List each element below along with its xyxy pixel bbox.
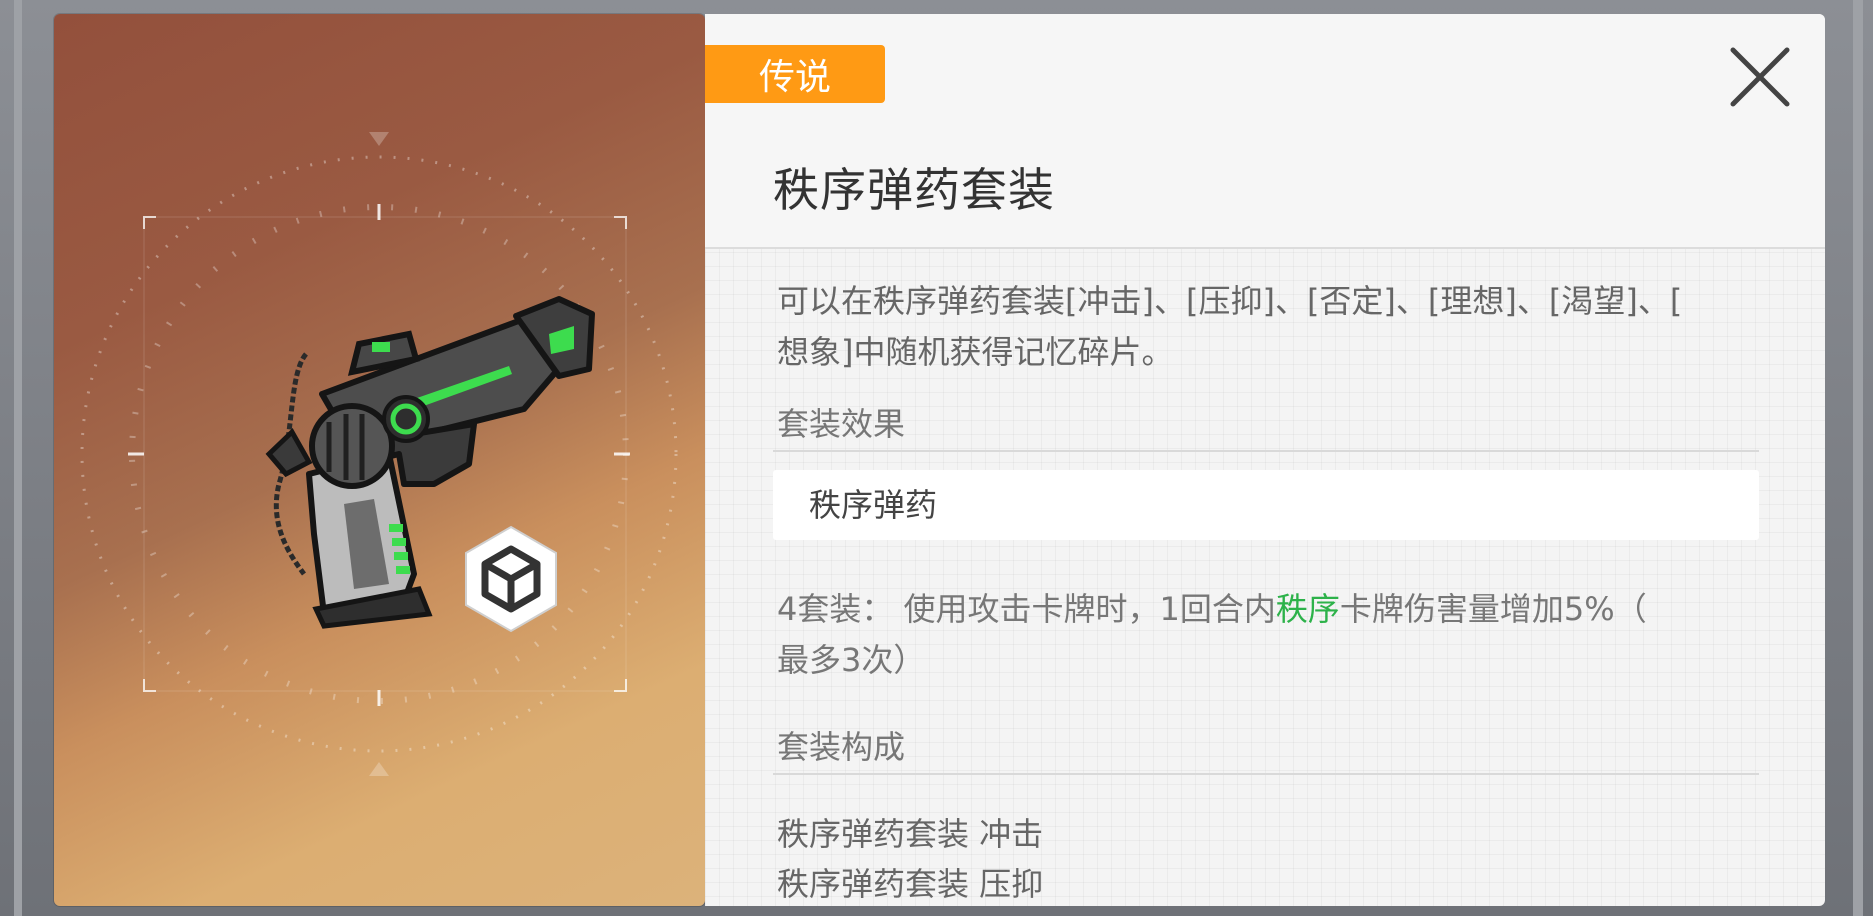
set-bonus-line: 4套装： 使用攻击卡牌时，1回合内秩序卡牌伤害量增加5%（	[777, 584, 1767, 635]
set-name: 秩序弹药	[809, 486, 938, 524]
right-edge-rail	[1853, 0, 1863, 916]
left-edge-rail	[14, 0, 22, 916]
item-description: 可以在秩序弹药套装[冲击]、[压抑]、[否定]、[理想]、[渴望]、[ 想象]中…	[777, 276, 1767, 378]
item-header: 传说 秩序弹药套装	[705, 14, 1825, 249]
set-bonus-line-2: 最多3次）	[777, 641, 926, 679]
description-line: 可以在秩序弹药套装[冲击]、[压抑]、[否定]、[理想]、[渴望]、[	[777, 282, 1683, 320]
item-title: 秩序弹药套装	[773, 163, 1055, 217]
item-artwork-panel	[54, 14, 705, 906]
bonus-highlight: 秩序	[1275, 590, 1340, 628]
bonus-prefix: 4套装： 使用攻击卡牌时，1回合内	[777, 590, 1276, 628]
set-name-box: 秩序弹药	[773, 470, 1759, 540]
set-piece-item[interactable]: 秩序弹药套装 冲击	[777, 809, 1043, 855]
close-x-icon	[1730, 47, 1790, 107]
description-line: 想象]中随机获得记忆碎片。	[777, 333, 1174, 371]
divider	[773, 450, 1759, 452]
set-bonus-text: 4套装： 使用攻击卡牌时，1回合内秩序卡牌伤害量增加5%（ 最多3次）	[777, 584, 1767, 686]
rarity-badge: 传说	[705, 45, 885, 103]
bonus-suffix: 卡牌伤害量增加5%（	[1339, 590, 1647, 628]
set-piece-item[interactable]: 秩序弹药套装 压抑	[777, 859, 1043, 905]
close-button[interactable]	[1725, 42, 1795, 112]
divider	[773, 773, 1759, 775]
item-info-panel: 传说 秩序弹药套装 可以在秩序弹药套装[冲击]、[压抑]、[否定]、[理想]、[…	[705, 14, 1825, 906]
set-composition-label: 套装构成	[777, 728, 906, 766]
cube-badge-icon	[465, 525, 557, 633]
target-reticle	[80, 132, 678, 776]
set-effect-label: 套装效果	[777, 405, 906, 443]
